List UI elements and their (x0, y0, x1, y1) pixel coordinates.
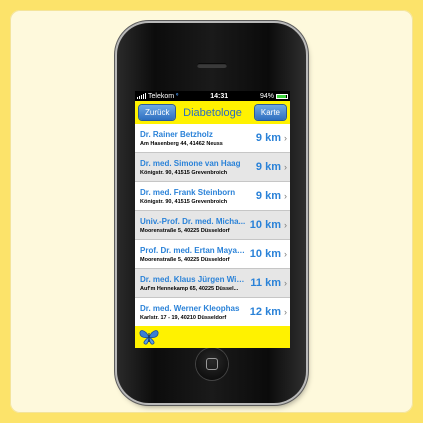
chevron-right-icon: › (284, 191, 287, 201)
butterfly-icon[interactable] (138, 328, 160, 346)
list-item[interactable]: Dr. Rainer Betzholz Am Hasenberg 44, 414… (135, 124, 290, 153)
home-square-icon (206, 358, 218, 370)
map-button[interactable]: Karte (254, 105, 286, 120)
wifi-icon: ᵉ (176, 93, 179, 99)
signal-icon (137, 93, 146, 99)
doctor-address: Königstr. 90, 41515 Grevenbroich (140, 198, 228, 205)
battery-icon (275, 93, 288, 99)
earpiece-speaker (197, 63, 227, 68)
distance-label: 9 km (255, 190, 281, 202)
doctor-address: Am Hasenberg 44, 41462 Neuss (140, 140, 223, 147)
doctor-name: Dr. med. Klaus Jürgen Wie... (140, 274, 247, 284)
home-button[interactable] (196, 348, 228, 380)
carrier-name: Telekom (148, 92, 175, 100)
chevron-right-icon: › (284, 307, 287, 317)
distance-label: 12 km (249, 306, 281, 318)
navigation-bar: Zurück Diabetologe Karte (135, 101, 290, 124)
chevron-right-icon: › (284, 278, 287, 288)
doctor-name: Dr. med. Werner Kleophas (140, 303, 240, 313)
list-item[interactable]: Dr. med. Werner Kleophas Karlstr. 17 - 1… (135, 298, 290, 326)
list-item[interactable]: Dr. med. Simone van Haag Königstr. 90, 4… (135, 153, 290, 182)
distance-label: 10 km (249, 219, 281, 231)
chevron-right-icon: › (284, 220, 287, 230)
doctor-address: Moorenstraße 5, 40225 Düsseldorf (140, 227, 230, 234)
list-item[interactable]: Prof. Dr. med. Ertan Mayat... Moorenstra… (135, 240, 290, 269)
list-item[interactable]: Univ.-Prof. Dr. med. Micha... Moorenstra… (135, 211, 290, 240)
phone-screen: Telekom ᵉ 14:31 94% Zurück Diabetologe K… (135, 91, 290, 348)
distance-label: 11 km (250, 277, 281, 289)
chevron-right-icon: › (284, 133, 287, 143)
status-bar: Telekom ᵉ 14:31 94% (135, 91, 290, 101)
status-time: 14:31 (210, 92, 229, 100)
chevron-right-icon: › (284, 162, 287, 172)
doctor-name: Prof. Dr. med. Ertan Mayat... (140, 245, 246, 255)
footer-bar (135, 326, 290, 348)
doctor-address: Königstr. 90, 41515 Grevenbroich (140, 169, 228, 176)
list-item[interactable]: Dr. med. Frank Steinborn Königstr. 90, 4… (135, 182, 290, 211)
battery-percent: 94% (259, 92, 274, 100)
doctor-address: Auf'm Hennekamp 65, 40225 Düssel... (140, 285, 239, 292)
doctor-address: Moorenstraße 5, 40225 Düsseldorf (140, 256, 230, 263)
list-item[interactable]: Dr. med. Klaus Jürgen Wie... Auf'm Henne… (135, 269, 290, 298)
distance-label: 10 km (249, 248, 281, 260)
doctor-name: Dr. Rainer Betzholz (140, 129, 213, 139)
doctor-address: Karlstr. 17 - 19, 40210 Düsseldorf (140, 314, 227, 321)
doctor-name: Univ.-Prof. Dr. med. Micha... (140, 216, 246, 226)
doctor-name: Dr. med. Frank Steinborn (140, 187, 236, 197)
chevron-right-icon: › (284, 249, 287, 259)
back-button[interactable]: Zurück (139, 105, 176, 120)
doctor-list: Dr. Rainer Betzholz Am Hasenberg 44, 414… (135, 124, 290, 326)
distance-label: 9 km (255, 161, 281, 173)
distance-label: 9 km (255, 132, 281, 144)
doctor-name: Dr. med. Simone van Haag (140, 158, 241, 168)
